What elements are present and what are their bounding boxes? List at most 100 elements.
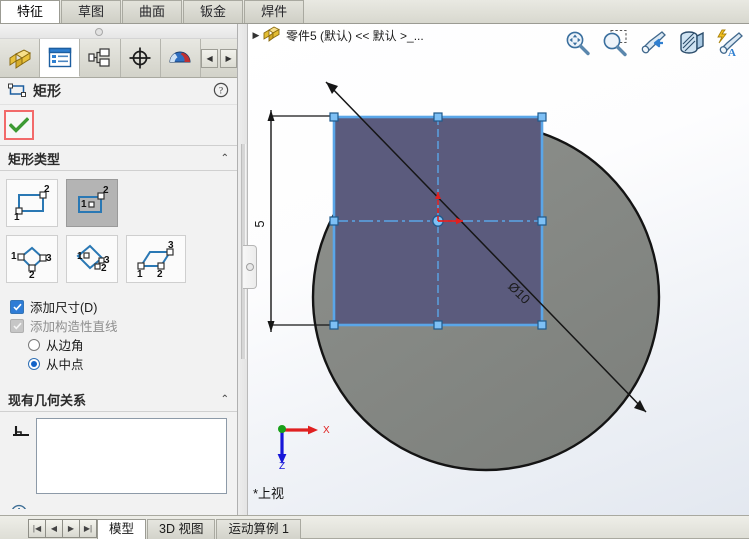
svg-text:3: 3 [168, 240, 174, 251]
property-manager-panel: ◀ ▶ 矩形 ? 矩形类型 ⌃ 1 2 1 2 1 3 2 1 3 2 3 1 … [0, 24, 238, 515]
nav-first-button[interactable]: |◀ [28, 519, 46, 538]
three-point-corner-rectangle-icon: 1 3 2 [11, 246, 52, 278]
view-orientation-icon[interactable] [636, 26, 669, 59]
radio-from-corner[interactable] [28, 338, 40, 351]
svg-text:?: ? [219, 86, 223, 96]
center-rectangle-button[interactable]: 1 2 [66, 179, 118, 227]
rectangle-options: 添加尺寸(D) 添加构造性直线 从边角 从中点 [0, 295, 237, 379]
question-mark-icon[interactable]: ? [213, 82, 229, 101]
ribbon-tab-weldments[interactable]: 焊件 [244, 0, 305, 23]
svg-text:1: 1 [11, 251, 17, 262]
config-tree-icon [87, 47, 113, 69]
parallelogram-button[interactable]: 3 1 2 [126, 235, 186, 283]
triad-origin [278, 425, 286, 433]
center-rectangle-icon: 1 2 [78, 185, 109, 213]
radio-from-midpoint[interactable] [28, 357, 40, 370]
dimxpert-manager-tab[interactable] [120, 39, 161, 77]
option-from-corner[interactable]: 从边角 [10, 335, 237, 354]
ribbon-tab-sheetmetal[interactable]: 钣金 [183, 0, 244, 23]
panel-tab-scroll-group: ◀ ▶ [201, 39, 237, 77]
chevron-up-icon-relations[interactable]: ⌃ [221, 394, 229, 405]
option-label-from-corner: 从边角 [46, 339, 84, 353]
panel-drag-strip[interactable] [0, 24, 237, 39]
property-manager-title-bar: 矩形 ? [0, 78, 237, 105]
perpendicular-relation-icon [6, 418, 36, 442]
three-point-center-rectangle-button[interactable]: 1 3 2 [66, 235, 118, 283]
rectangle-type-row-2: 1 3 2 1 3 2 3 1 2 [6, 235, 231, 283]
zoom-to-area-icon[interactable] [598, 26, 631, 59]
configuration-manager-tab[interactable] [80, 39, 121, 77]
display-manager-tab[interactable] [160, 39, 202, 77]
section-header-rectangle-type[interactable]: 矩形类型 ⌃ [0, 146, 237, 171]
panel-tab-scroll-left[interactable]: ◀ [201, 48, 219, 68]
svg-text:2: 2 [29, 270, 35, 278]
blue-list-icon [48, 47, 72, 68]
breadcrumb[interactable]: ▶ 零件5 (默认) << 默认 >_... [248, 24, 424, 46]
section-title-relations: 现有几何关系 [8, 392, 87, 408]
svg-text:A: A [728, 47, 736, 58]
view-orientation-label: *上视 [253, 486, 285, 501]
collapse-dot-icon [245, 263, 254, 271]
svg-text:3: 3 [46, 253, 52, 264]
option-from-midpoint[interactable]: 从中点 [10, 354, 237, 373]
page-title: 矩形 [33, 83, 61, 99]
rectangle-type-grid: 1 2 1 2 1 3 2 1 3 2 3 1 2 [0, 171, 237, 295]
display-style-icon[interactable]: A [712, 26, 745, 59]
checkmark-icon [9, 117, 29, 133]
bottom-tab-3d-views[interactable]: 3D 视图 [147, 519, 216, 539]
relations-list[interactable] [36, 418, 227, 494]
option-add-dimensions[interactable]: 添加尺寸(D) [10, 297, 237, 316]
svg-text:2: 2 [103, 185, 109, 196]
chevron-up-icon[interactable]: ⌃ [221, 153, 229, 164]
svg-text:2: 2 [101, 263, 107, 274]
height-arrow-bottom [267, 321, 275, 332]
svg-text:2: 2 [157, 269, 163, 278]
nav-last-button[interactable]: ▶| [79, 519, 97, 538]
breadcrumb-expand-icon[interactable]: ▶ [250, 30, 262, 41]
ribbon-tab-features[interactable]: 特征 [0, 0, 61, 23]
bottom-tab-bar: |◀ ◀ ▶ ▶| 模型 3D 视图 运动算例 1 [0, 515, 749, 539]
zoom-to-fit-icon[interactable] [560, 26, 593, 59]
blue-sphere-icon [168, 47, 192, 69]
graphics-area[interactable]: ▶ 零件5 (默认) << 默认 >_... A 5 Ø10 X Z *上视 [248, 24, 749, 515]
feature-manager-tab[interactable] [0, 39, 41, 77]
section-view-icon[interactable] [674, 26, 707, 59]
property-manager-action-bar [0, 105, 237, 146]
option-label-from-midpoint: 从中点 [46, 358, 84, 372]
panel-tab-scroll-right[interactable]: ▶ [220, 48, 237, 68]
panel-grip-dot [94, 28, 103, 36]
ribbon-tab-sketch[interactable]: 草图 [61, 0, 122, 23]
ribbon-tab-strip: 特征 草图 曲面 钣金 焊件 [0, 0, 749, 24]
tab-nav-group: |◀ ◀ ▶ ▶| [28, 519, 97, 538]
section-header-relations[interactable]: 现有几何关系 ⌃ [0, 387, 237, 412]
ok-button[interactable] [4, 110, 34, 140]
nav-prev-button[interactable]: ◀ [45, 519, 63, 538]
svg-text:1: 1 [137, 269, 143, 278]
view-toolbar: A [560, 26, 745, 59]
three-point-corner-rectangle-button[interactable]: 1 3 2 [6, 235, 58, 283]
checkbox-add-dimensions[interactable] [10, 299, 24, 314]
ribbon-tab-surfaces[interactable]: 曲面 [122, 0, 183, 23]
bottom-tab-filler [300, 518, 749, 539]
height-dimension-value[interactable]: 5 [252, 220, 267, 227]
section-title-rectangle-type: 矩形类型 [8, 151, 61, 167]
coordinate-triad: X Z [268, 420, 332, 473]
corner-rectangle-icon: 1 2 [14, 184, 50, 222]
checkbox-add-construction-lines[interactable] [10, 318, 24, 333]
breadcrumb-label: 零件5 (默认) << 默认 >_... [286, 28, 424, 43]
bottom-tab-model[interactable]: 模型 [97, 519, 147, 539]
svg-text:1: 1 [14, 212, 20, 222]
option-add-construction-lines[interactable]: 添加构造性直线 [10, 316, 237, 335]
panel-collapse-tab[interactable] [243, 245, 257, 289]
rectangle-type-row-1: 1 2 1 2 [6, 179, 231, 227]
property-manager-tab[interactable] [40, 39, 81, 77]
triad-x-arrow [308, 425, 318, 435]
svg-text:2: 2 [44, 184, 50, 195]
svg-text:1: 1 [81, 199, 87, 210]
nav-next-button[interactable]: ▶ [62, 519, 80, 538]
option-label-add-construction-lines: 添加构造性直线 [30, 320, 118, 334]
bottom-tab-motion-study[interactable]: 运动算例 1 [216, 519, 301, 539]
corner-rectangle-button[interactable]: 1 2 [6, 179, 58, 227]
panel-tab-strip: ◀ ▶ [0, 39, 237, 78]
rectangle-icon [8, 83, 26, 100]
